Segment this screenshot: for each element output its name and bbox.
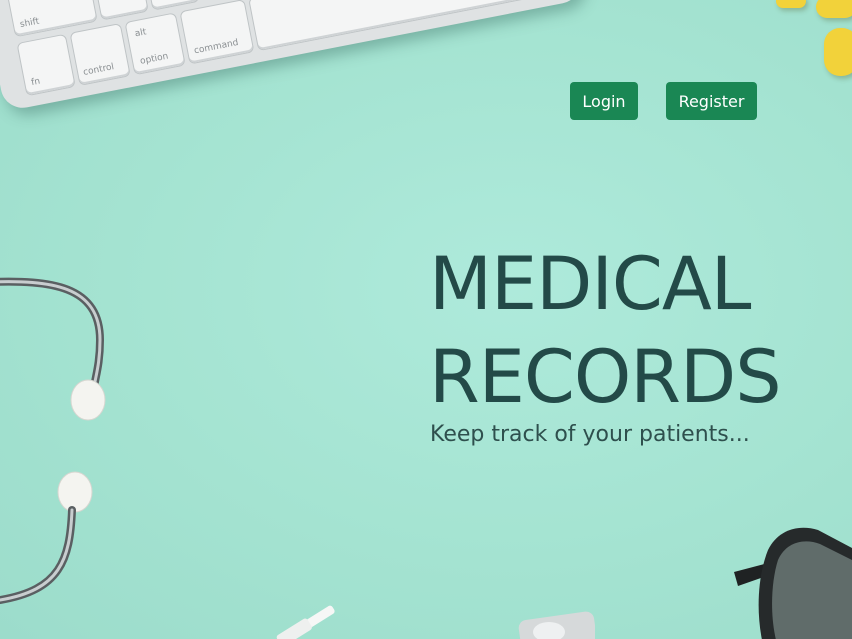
- hero-title: MEDICAL RECORDS: [429, 238, 782, 424]
- key-command: command: [179, 0, 255, 65]
- pill-image: [776, 0, 806, 8]
- key-control: control: [69, 22, 131, 86]
- key-label: alt: [134, 27, 148, 40]
- key-label: control: [82, 62, 115, 78]
- register-button[interactable]: Register: [666, 82, 757, 120]
- login-button[interactable]: Login: [570, 82, 638, 120]
- pill-image: [824, 28, 852, 76]
- key-label: shift: [19, 16, 41, 31]
- syringe-image: [276, 605, 335, 639]
- hero-title-line1: MEDICAL: [429, 242, 751, 327]
- glasses-image: [734, 527, 852, 639]
- key-label: fn: [30, 76, 42, 89]
- key-label: option: [139, 51, 170, 67]
- hero-title-line2: RECORDS: [429, 335, 782, 420]
- hero-subtitle: Keep track of your patients...: [430, 422, 750, 447]
- stethoscope-image: [0, 277, 106, 604]
- landing-page: shift Z fn control alt option command: [0, 0, 852, 639]
- key-label: command: [193, 37, 240, 57]
- key-z: Z: [92, 0, 149, 21]
- key-fn: fn: [16, 33, 76, 97]
- key-option: alt option: [124, 12, 186, 76]
- keyboard-image: shift Z fn control alt option command: [0, 0, 585, 112]
- pill-image: [816, 0, 852, 18]
- key-space: [248, 0, 555, 52]
- blister-pack-image: [518, 611, 595, 639]
